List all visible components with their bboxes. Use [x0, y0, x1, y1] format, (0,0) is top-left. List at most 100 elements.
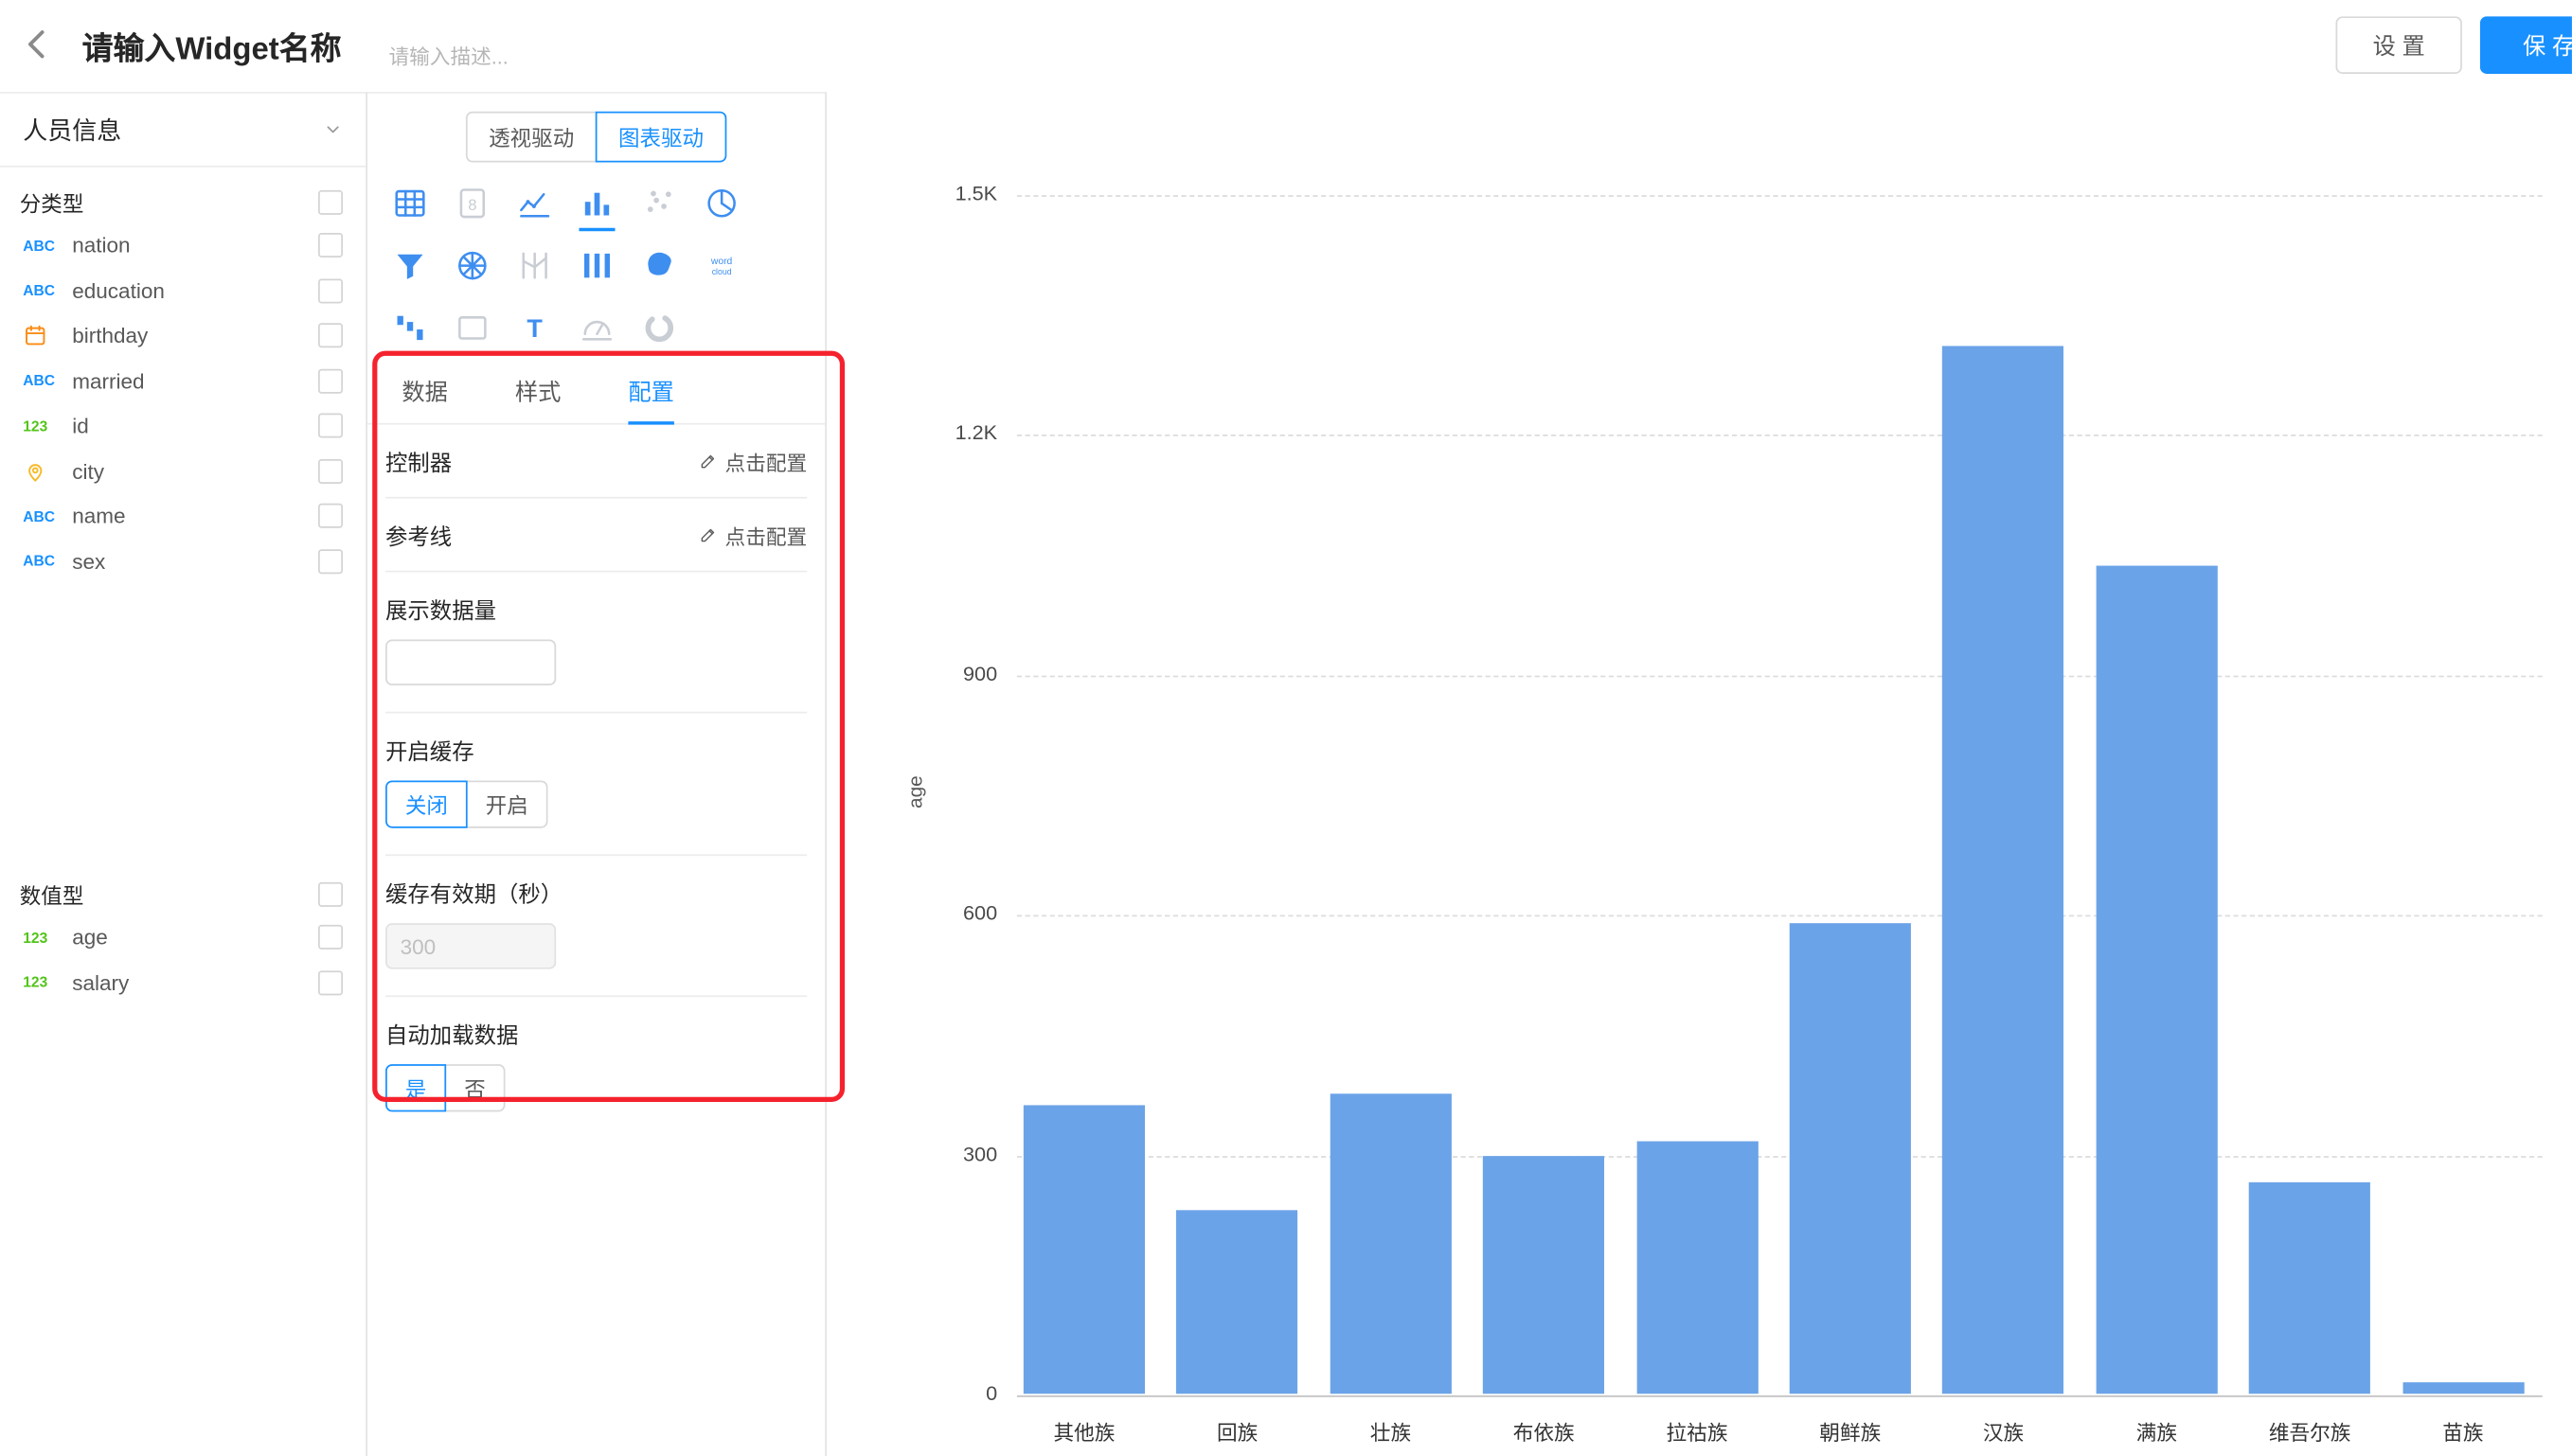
- x-axis-label: 其他族: [1008, 1415, 1161, 1447]
- chart-preview: age 03006009001.2K1.5K其他族回族壮族布依族拉祜族朝鲜族汉族…: [827, 92, 2572, 1456]
- field-item-age[interactable]: 123age: [0, 915, 366, 961]
- bar-满族[interactable]: [2096, 565, 2217, 1394]
- field-checkbox[interactable]: [318, 233, 343, 257]
- y-tick-label: 900: [896, 662, 997, 684]
- y-tick-label: 1.5K: [896, 182, 997, 204]
- funnel-chart-icon[interactable]: [379, 235, 441, 297]
- mode-option[interactable]: 透视驱动: [466, 112, 598, 163]
- back-button[interactable]: [9, 22, 65, 71]
- display-count-input[interactable]: [385, 640, 556, 685]
- field-group-header: 分类型: [0, 181, 366, 223]
- autoload-option[interactable]: 否: [444, 1064, 505, 1111]
- scatter-chart-icon[interactable]: [628, 172, 690, 235]
- text-chart-icon[interactable]: T: [504, 297, 566, 360]
- string-type-icon: ABC: [23, 553, 55, 569]
- view-name: 人员信息: [23, 113, 121, 147]
- x-axis-label: 回族: [1161, 1415, 1314, 1447]
- radar-chart-icon[interactable]: [441, 235, 504, 297]
- field-name: salary: [72, 970, 318, 995]
- tab-数据[interactable]: 数据: [402, 376, 447, 423]
- tab-样式[interactable]: 样式: [515, 376, 561, 423]
- save-button[interactable]: 保 存: [2480, 16, 2572, 74]
- table-icon[interactable]: [379, 172, 441, 235]
- field-checkbox[interactable]: [318, 278, 343, 303]
- bar-苗族[interactable]: [2402, 1382, 2524, 1394]
- map-chart-icon[interactable]: [628, 235, 690, 297]
- bar-布依族[interactable]: [1483, 1155, 1604, 1394]
- cache-option[interactable]: 关闭: [385, 780, 468, 827]
- bar-其他族[interactable]: [1024, 1106, 1145, 1394]
- sankey-chart-icon[interactable]: [566, 235, 629, 297]
- field-item-city[interactable]: city: [0, 449, 366, 494]
- group-checkbox[interactable]: [318, 189, 343, 214]
- cache-label: 开启缓存: [385, 733, 807, 766]
- display-count-section: 展示数据量: [385, 573, 807, 714]
- svg-text:word: word: [710, 257, 733, 267]
- widget-description-input[interactable]: 请输入描述...: [389, 40, 509, 71]
- scorecard-icon[interactable]: 8: [441, 172, 504, 235]
- field-item-sex[interactable]: ABCsex: [0, 539, 366, 584]
- field-checkbox[interactable]: [318, 368, 343, 393]
- field-item-id[interactable]: 123id: [0, 403, 366, 449]
- reference-configure-link[interactable]: 点击配置: [699, 519, 807, 550]
- pie-chart-icon[interactable]: [690, 172, 753, 235]
- gridline: [1017, 675, 2543, 677]
- gauge-chart-icon[interactable]: [566, 297, 629, 360]
- view-selector[interactable]: 人员信息: [0, 94, 366, 168]
- field-checkbox[interactable]: [318, 925, 343, 950]
- bar-chart-icon[interactable]: [566, 172, 629, 235]
- field-item-name[interactable]: ABCname: [0, 493, 366, 539]
- field-checkbox[interactable]: [318, 459, 343, 484]
- gridline: [1017, 915, 2543, 917]
- autoload-option[interactable]: 是: [385, 1064, 446, 1111]
- controller-row: 控制器 点击配置: [385, 425, 807, 499]
- x-axis-label: 汉族: [1927, 1415, 2081, 1447]
- bar-朝鲜族[interactable]: [1790, 923, 1911, 1394]
- bar-回族[interactable]: [1177, 1210, 1298, 1394]
- field-icon-box: ABC: [23, 508, 72, 524]
- field-checkbox[interactable]: [318, 970, 343, 995]
- y-tick-label: 600: [896, 902, 997, 925]
- field-item-married[interactable]: ABCmarried: [0, 358, 366, 403]
- mode-option[interactable]: 图表驱动: [596, 112, 727, 163]
- display-count-label: 展示数据量: [385, 592, 807, 625]
- number-type-icon: 123: [23, 417, 47, 434]
- string-type-icon: ABC: [23, 238, 55, 254]
- iframe-chart-icon[interactable]: [441, 297, 504, 360]
- field-list: 分类型ABCnationABCeducationbirthdayABCmarri…: [0, 168, 366, 1005]
- field-item-education[interactable]: ABCeducation: [0, 268, 366, 313]
- wordcloud-chart-icon[interactable]: wordcloud: [690, 235, 753, 297]
- dual-axis-chart-icon[interactable]: [628, 297, 690, 360]
- string-type-icon: ABC: [23, 508, 55, 524]
- field-checkbox[interactable]: [318, 549, 343, 574]
- cache-option[interactable]: 开启: [466, 780, 548, 827]
- field-name: age: [72, 925, 318, 950]
- cache-expiry-input: [385, 923, 556, 968]
- waterfall-chart-icon[interactable]: [379, 297, 441, 360]
- x-axis-label: 拉祜族: [1620, 1415, 1774, 1447]
- bar-维吾尔族[interactable]: [2249, 1181, 2370, 1394]
- controller-configure-text: 点击配置: [725, 445, 808, 476]
- settings-button[interactable]: 设 置: [2336, 16, 2462, 74]
- bar-chart-plot: 03006009001.2K1.5K其他族回族壮族布依族拉祜族朝鲜族汉族满族维吾…: [1017, 195, 2543, 1395]
- field-checkbox[interactable]: [318, 504, 343, 528]
- field-item-salary[interactable]: 123salary: [0, 960, 366, 1005]
- bar-拉祜族[interactable]: [1636, 1142, 1758, 1394]
- parallel-chart-icon[interactable]: [504, 235, 566, 297]
- group-checkbox[interactable]: [318, 881, 343, 906]
- field-checkbox[interactable]: [318, 324, 343, 348]
- x-axis-label: 朝鲜族: [1774, 1415, 1927, 1447]
- bar-汉族[interactable]: [1942, 346, 2063, 1394]
- line-chart-icon[interactable]: [504, 172, 566, 235]
- tab-配置[interactable]: 配置: [628, 376, 673, 423]
- field-item-nation[interactable]: ABCnation: [0, 223, 366, 269]
- field-checkbox[interactable]: [318, 414, 343, 438]
- string-type-icon: ABC: [23, 373, 55, 389]
- string-type-icon: ABC: [23, 282, 55, 298]
- field-item-birthday[interactable]: birthday: [0, 313, 366, 359]
- y-tick-label: 1.2K: [896, 422, 997, 445]
- field-icon-box: 123: [23, 417, 72, 434]
- bar-壮族[interactable]: [1330, 1093, 1451, 1394]
- controller-configure-link[interactable]: 点击配置: [699, 445, 807, 476]
- widget-name-input[interactable]: 请输入Widget名称: [82, 25, 342, 69]
